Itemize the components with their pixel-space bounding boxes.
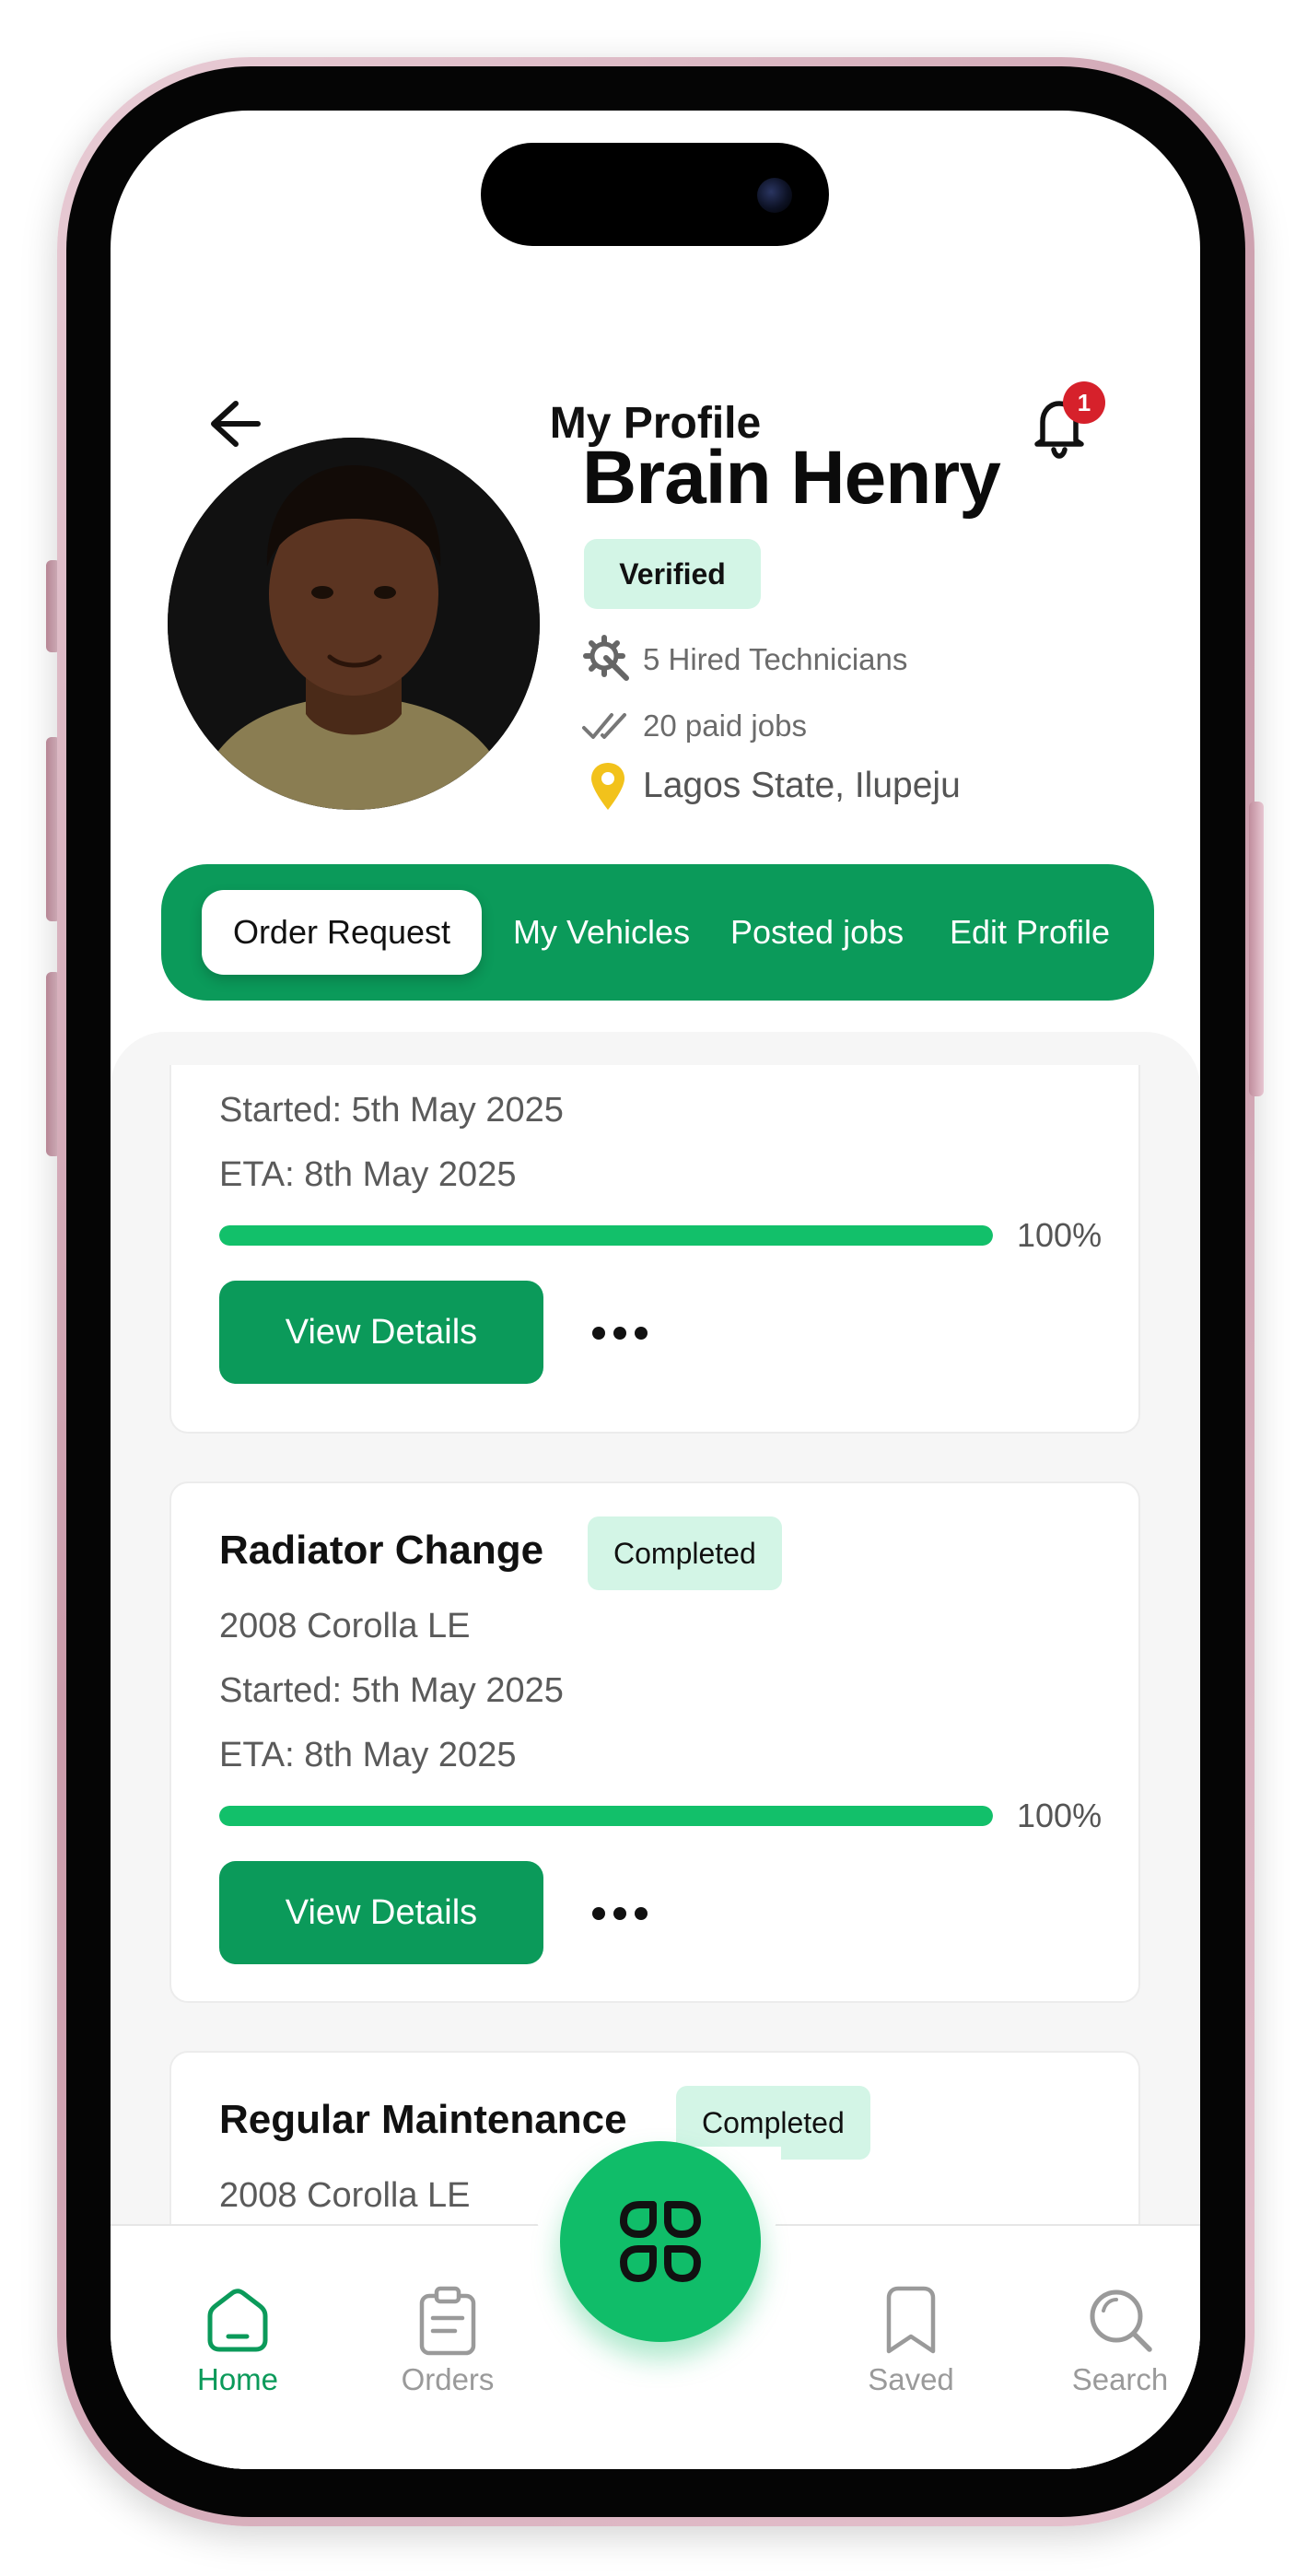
avatar	[168, 438, 540, 810]
phone-screen: My Profile 1 Brain Henry Verified 5 Hire…	[111, 111, 1200, 2469]
tab-my-vehicles[interactable]: My Vehicles	[513, 890, 690, 975]
gear-wrench-icon	[582, 634, 634, 685]
nav-home-label: Home	[196, 2362, 279, 2396]
order-vehicle: 2008 Corolla LE	[219, 1607, 471, 1645]
view-details-button[interactable]: View Details	[219, 1861, 543, 1964]
order-progress-fill	[219, 1806, 993, 1826]
hired-technicians-row: 5 Hired Technicians	[582, 634, 907, 685]
search-icon	[1083, 2283, 1157, 2357]
camera-icon	[757, 178, 792, 213]
location-row: Lagos State, Ilupeju	[582, 760, 961, 812]
paid-jobs-text: 20 paid jobs	[643, 708, 807, 743]
view-details-button[interactable]: View Details	[219, 1281, 543, 1384]
scan-grid-icon	[620, 2201, 701, 2282]
nav-search[interactable]: Search	[1037, 2283, 1200, 2397]
hired-technicians-text: 5 Hired Technicians	[643, 642, 908, 676]
order-progress-fill	[219, 1225, 993, 1246]
home-icon	[201, 2283, 274, 2357]
nav-search-label: Search	[1071, 2362, 1169, 2396]
notification-count-badge: 1	[1063, 381, 1105, 424]
order-started-date: Started: 5th May 2025	[219, 1091, 564, 1130]
verified-badge: Verified	[584, 539, 761, 609]
order-card: Started: 5th May 2025 ETA: 8th May 2025 …	[169, 1065, 1140, 1434]
scan-fab-button[interactable]	[560, 2141, 761, 2342]
more-options-icon[interactable]	[588, 1900, 652, 1927]
order-title: Regular Maintenance	[219, 2097, 627, 2142]
tab-edit-profile[interactable]: Edit Profile	[950, 890, 1110, 975]
clipboard-icon	[411, 2283, 484, 2357]
nav-saved[interactable]: Saved	[828, 2283, 994, 2397]
order-eta: ETA: 8th May 2025	[219, 1736, 517, 1774]
order-progress-bar	[219, 1806, 993, 1826]
order-progress-bar	[219, 1225, 993, 1246]
status-badge: Completed	[588, 1516, 782, 1590]
nav-orders-label: Orders	[401, 2362, 495, 2396]
order-vehicle: 2008 Corolla LE	[219, 2176, 471, 2215]
order-progress-label: 100%	[1017, 1216, 1103, 1254]
tab-order-request[interactable]: Order Request	[202, 890, 482, 975]
order-title: Radiator Change	[219, 1528, 544, 1573]
order-started-date: Started: 5th May 2025	[219, 1671, 564, 1710]
dynamic-island	[481, 143, 829, 246]
nav-orders[interactable]: Orders	[365, 2283, 531, 2397]
power-button	[1249, 802, 1264, 1096]
order-eta: ETA: 8th May 2025	[219, 1155, 517, 1194]
location-pin-icon	[582, 760, 634, 812]
paid-jobs-row: 20 paid jobs	[582, 700, 807, 752]
double-check-icon	[582, 700, 634, 752]
profile-tab-bar: Order Request My Vehicles Posted jobs Ed…	[161, 864, 1154, 1001]
bookmark-icon	[874, 2283, 948, 2357]
tab-posted-jobs[interactable]: Posted jobs	[730, 890, 904, 975]
nav-home[interactable]: Home	[155, 2283, 321, 2397]
order-card: Radiator Change Completed 2008 Corolla L…	[169, 1481, 1140, 2003]
order-progress-label: 100%	[1017, 1797, 1103, 1834]
nav-saved-label: Saved	[868, 2362, 954, 2396]
profile-name: Brain Henry	[582, 436, 1001, 520]
notification-bell-icon[interactable]: 1	[1024, 381, 1105, 463]
location-text: Lagos State, Ilupeju	[643, 766, 961, 805]
more-options-icon[interactable]	[588, 1319, 652, 1347]
